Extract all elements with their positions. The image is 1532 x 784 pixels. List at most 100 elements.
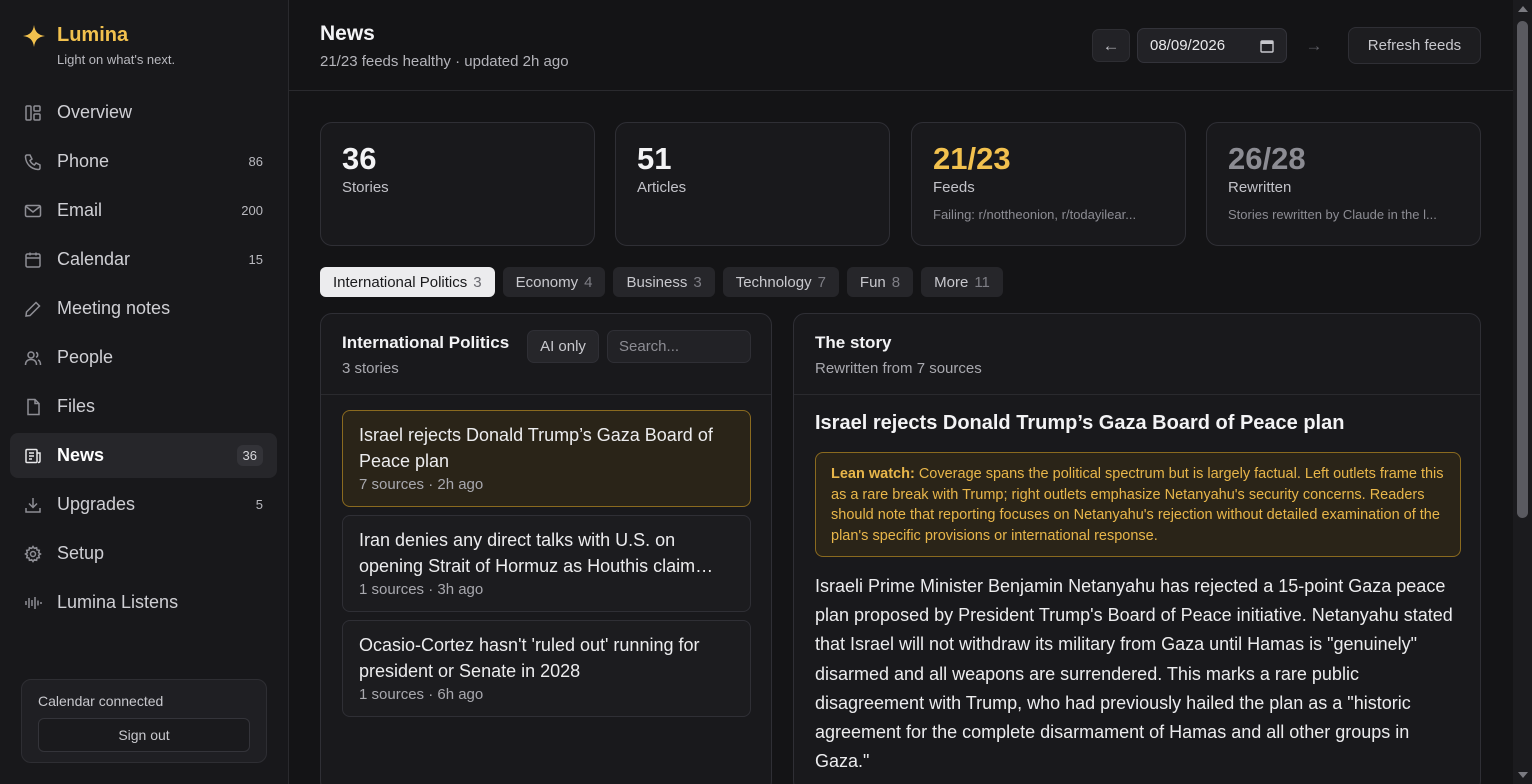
sidebar-item-phone[interactable]: Phone 86 (10, 139, 277, 184)
brand[interactable]: Lumina Light on what's next. (22, 22, 175, 67)
sparkle-icon (23, 25, 45, 47)
sidebar-item-files[interactable]: Files (10, 384, 277, 429)
scroll-down-arrow-icon[interactable] (1518, 772, 1528, 778)
sidebar-item-count: 5 (255, 497, 263, 512)
overview-icon (24, 104, 42, 122)
phone-icon (24, 153, 42, 171)
story-body: Israeli Prime Minister Benjamin Netanyah… (815, 576, 1453, 772)
story-detail-header: The story Rewritten from 7 sources (794, 314, 1480, 395)
story-card[interactable]: Ocasio-Cortez hasn't 'ruled out' running… (342, 620, 751, 717)
lean-watch-label: Lean watch: (831, 466, 915, 482)
tab-count: 8 (891, 273, 901, 291)
story-list-panel: International Politics 3 stories AI only… (320, 313, 772, 784)
page-subtitle: 21/23 feeds healthy · updated 2h ago (320, 53, 569, 70)
sidebar-nav: Overview Phone 86 Email 200 Calendar 15 … (10, 90, 277, 629)
sidebar-item-email[interactable]: Email 200 (10, 188, 277, 233)
stat-note: Failing: r/nottheonion, r/todayilear... (933, 207, 1137, 222)
tab-label: More (934, 273, 969, 291)
stat-note: Stories rewritten by Claude in the l... (1228, 207, 1437, 222)
sidebar-item-upgrades[interactable]: Upgrades 5 (10, 482, 277, 527)
tab-international-politics[interactable]: International Politics 3 (320, 267, 495, 297)
sidebar-item-label: News (57, 445, 105, 465)
stat-card-rewritten: 26/28 Rewritten Stories rewritten by Cla… (1206, 122, 1481, 246)
waveform-icon (24, 594, 42, 612)
sidebar-item-label: Upgrades (57, 494, 136, 514)
calendar-status-box: Calendar connected Sign out (21, 679, 267, 763)
news-icon (24, 447, 42, 465)
pen-icon (24, 300, 42, 318)
top-bar: News 21/23 feeds healthy · updated 2h ag… (289, 0, 1532, 91)
tab-economy[interactable]: Economy 4 (502, 267, 606, 297)
sidebar-item-label: Phone (57, 151, 110, 171)
story-count: 3 stories (342, 360, 399, 377)
sidebar-item-label: People (57, 347, 114, 367)
tab-count: 3 (693, 273, 702, 291)
sidebar-item-count: 36 (236, 445, 263, 466)
calendar-picker-icon[interactable] (1260, 39, 1274, 53)
tab-label: Business (626, 273, 688, 291)
page-scrollbar[interactable] (1513, 0, 1532, 784)
stat-value: 26/28 (1228, 141, 1306, 176)
sidebar: Lumina Light on what's next. Overview Ph… (0, 0, 289, 784)
scrollbar-thumb[interactable] (1517, 21, 1528, 518)
tab-fun[interactable]: Fun 8 (846, 267, 914, 297)
sidebar-item-count: 15 (248, 252, 263, 267)
tab-label: Fun (859, 273, 886, 291)
sidebar-item-calendar[interactable]: Calendar 15 (10, 237, 277, 282)
ai-only-toggle[interactable]: AI only (527, 330, 599, 363)
story-list-title: International Politics (342, 333, 510, 352)
date-input[interactable]: 08/09/2026 (1137, 28, 1287, 63)
tab-label: International Politics (333, 273, 468, 291)
sidebar-item-meeting-notes[interactable]: Meeting notes (10, 286, 277, 331)
stat-card-articles: 51 Articles (615, 122, 890, 246)
sign-out-button[interactable]: Sign out (38, 718, 250, 752)
stat-card-feeds: 21/23 Feeds Failing: r/nottheonion, r/to… (911, 122, 1186, 246)
sidebar-item-label: Lumina Listens (57, 592, 179, 612)
brand-name: Lumina (57, 24, 129, 46)
tab-technology[interactable]: Technology 7 (722, 267, 839, 297)
sidebar-item-overview[interactable]: Overview (10, 90, 277, 135)
sidebar-item-setup[interactable]: Setup (10, 531, 277, 576)
sidebar-item-people[interactable]: People (10, 335, 277, 380)
date-value: 08/09/2026 (1150, 37, 1226, 54)
story-detail-panel: The story Rewritten from 7 sources Israe… (793, 313, 1481, 784)
app-root: Lumina Light on what's next. Overview Ph… (0, 0, 1532, 784)
stat-label: Stories (342, 179, 389, 196)
tab-count: 3 (473, 273, 482, 291)
story-card[interactable]: Iran denies any direct talks with U.S. o… (342, 515, 751, 612)
tab-label: Technology (735, 273, 812, 291)
sidebar-item-label: Overview (57, 102, 133, 122)
refresh-feeds-button[interactable]: Refresh feeds (1348, 27, 1481, 64)
tab-label: Economy (515, 273, 579, 291)
tab-business[interactable]: Business 3 (613, 267, 715, 297)
stat-value: 36 (342, 141, 377, 176)
sidebar-item-news[interactable]: News 36 (10, 433, 277, 478)
sidebar-item-lumina-listens[interactable]: Lumina Listens (10, 580, 277, 625)
people-icon (24, 349, 42, 367)
story-title: Israel rejects Donald Trump’s Gaza Board… (359, 425, 713, 471)
sidebar-item-label: Calendar (57, 249, 131, 269)
stat-value: 51 (637, 141, 672, 176)
scroll-up-arrow-icon[interactable] (1518, 6, 1528, 12)
next-day-button[interactable]: → (1295, 29, 1333, 62)
sidebar-item-label: Meeting notes (57, 298, 171, 318)
stat-label: Articles (637, 179, 687, 196)
file-icon (24, 398, 42, 416)
stat-label: Rewritten (1228, 179, 1292, 196)
tab-count: 11 (974, 273, 990, 291)
download-icon (24, 496, 42, 514)
story-title: Iran denies any direct talks with U.S. o… (359, 530, 714, 576)
sidebar-item-label: Setup (57, 543, 105, 563)
sidebar-item-label: Email (57, 200, 103, 220)
search-input[interactable]: Search... (607, 330, 751, 363)
story-detail-title: The story (815, 333, 892, 352)
calendar-status: Calendar connected (38, 693, 164, 709)
lean-watch-text: Coverage spans the political spectrum bu… (831, 466, 1444, 544)
stat-card-stories: 36 Stories (320, 122, 595, 246)
tab-more[interactable]: More 11 (921, 267, 1003, 297)
story-headline: Israel rejects Donald Trump’s Gaza Board… (815, 412, 1345, 434)
previous-day-button[interactable]: ← (1092, 29, 1130, 62)
mail-icon (24, 202, 42, 220)
story-card[interactable]: Israel rejects Donald Trump’s Gaza Board… (342, 410, 751, 507)
story-detail-subtitle: Rewritten from 7 sources (815, 360, 982, 377)
